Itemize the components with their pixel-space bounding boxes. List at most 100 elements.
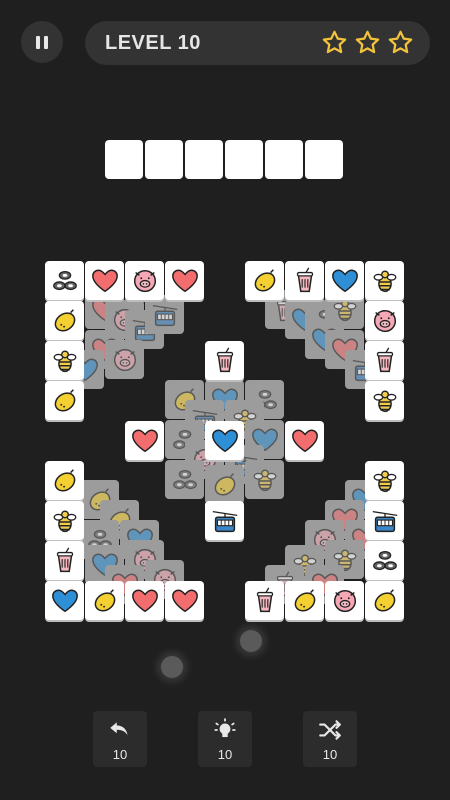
tile[interactable] [125,421,164,460]
glow-orb [240,630,262,652]
tile[interactable] [45,301,84,340]
tile-covered [165,460,204,499]
milkshake-icon [376,347,393,372]
lemon-icon [54,308,75,331]
tile[interactable] [285,421,324,460]
shuffle-icon [319,720,341,740]
tile[interactable] [45,501,84,540]
blue-heart-icon [51,588,78,612]
star-icon [355,30,380,54]
tile[interactable] [245,581,284,620]
tile[interactable] [125,261,164,300]
tile[interactable] [165,581,204,620]
lemon-icon [94,588,115,611]
lemon-icon [254,268,275,291]
tray-slot [185,140,223,179]
milkshake-icon [56,547,73,572]
tile[interactable] [85,261,124,300]
star-icon [322,30,347,54]
tile[interactable] [45,381,84,420]
tile[interactable] [365,261,404,300]
level-title: LEVEL 10 [105,32,201,54]
lemon-icon [374,588,395,611]
tile[interactable] [45,541,84,580]
tile[interactable] [325,581,364,620]
bee-icon [53,510,76,532]
pause-icon [36,35,40,49]
milkshake-icon [296,267,313,292]
tile[interactable] [365,461,404,500]
tray-slot [265,140,303,179]
tile[interactable] [365,301,404,340]
lemon-icon [214,472,235,495]
tile-covered [205,465,244,504]
tile[interactable] [205,421,244,460]
pig-icon [113,348,136,371]
bee-icon [373,470,396,492]
tray-slot [105,140,143,179]
lightbulb-icon [214,718,236,738]
undo-icon [110,722,128,736]
pig-icon [373,309,396,332]
sushi-icon [372,550,397,570]
level-bar: LEVEL 10 [85,21,430,65]
milkshake-icon [216,347,233,372]
heart-icon [131,428,158,452]
heart-icon [171,588,198,612]
lemon-icon [54,468,75,491]
tile[interactable] [205,501,244,540]
bee-icon [53,350,76,372]
lemon-icon [54,388,75,411]
tray-slot [225,140,263,179]
heart-icon [171,268,198,292]
bee-icon [373,270,396,292]
hint-button[interactable]: 10 [198,711,252,767]
undo-button[interactable]: 10 [93,711,147,767]
tile[interactable] [285,581,324,620]
heart-icon [131,588,158,612]
lemon-icon [294,588,315,611]
heart-icon [91,268,118,292]
pig-icon [133,269,156,292]
pause-button[interactable] [21,21,63,63]
tile[interactable] [45,341,84,380]
tile[interactable] [85,581,124,620]
tile[interactable] [365,341,404,380]
milkshake-icon [256,587,273,612]
tray-slot [145,140,183,179]
tile[interactable] [125,581,164,620]
blue-heart-icon [331,268,358,292]
tile[interactable] [45,461,84,500]
shuffle-count: 10 [322,747,338,762]
tile[interactable] [285,261,324,300]
shuffle-button[interactable]: 10 [303,711,357,767]
tile[interactable] [365,501,404,540]
tile-covered [145,295,184,334]
bee-icon [373,390,396,412]
sushi-icon [172,469,197,489]
tile[interactable] [325,261,364,300]
tile[interactable] [205,341,244,380]
tile-tray [105,140,343,179]
tile[interactable] [365,541,404,580]
sushi-icon [52,270,77,290]
cable-car-icon [212,510,237,532]
tile[interactable] [245,261,284,300]
blue-heart-icon [211,428,238,452]
tile-covered [245,460,284,499]
tile[interactable] [45,581,84,620]
heart-icon [291,428,318,452]
tile[interactable] [365,381,404,420]
pig-icon [333,589,356,612]
bee-icon [253,469,276,491]
cable-car-icon [152,304,177,326]
tile[interactable] [365,581,404,620]
tile[interactable] [45,261,84,300]
star-rating [321,29,414,56]
star-icon [388,30,413,54]
undo-count: 10 [112,747,128,762]
tile-covered [105,340,144,379]
tile[interactable] [165,261,204,300]
hint-count: 10 [217,747,233,762]
cable-car-icon [372,510,397,532]
